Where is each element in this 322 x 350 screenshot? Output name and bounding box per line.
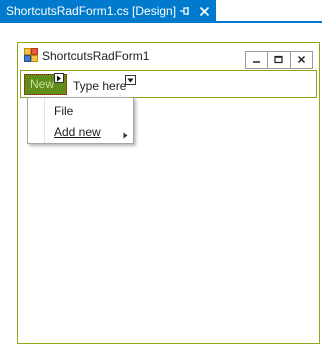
form-icon [24,48,38,62]
document-tab-strip: ShortcutsRadForm1.cs [Design] [0,0,322,23]
type-here-dropdown-icon[interactable] [125,75,136,85]
menu-item-new-label: New [30,77,55,91]
pin-icon[interactable] [178,4,192,18]
form-window[interactable]: ShortcutsRadForm1 New Type here File Add… [17,42,320,344]
maximize-button[interactable] [268,52,291,68]
document-tab-title: ShortcutsRadForm1.cs [Design] [6,4,177,18]
close-icon [297,53,306,67]
close-button[interactable] [291,52,312,68]
smart-tag-arrow-icon[interactable] [54,73,64,83]
form-titlebar[interactable]: ShortcutsRadForm1 [18,43,319,70]
designer-surface[interactable]: ShortcutsRadForm1 New Type here File Add… [0,23,322,350]
menu-item-add-new[interactable]: Add new [54,125,101,139]
form-title: ShortcutsRadForm1 [42,49,150,63]
minimize-icon [252,53,261,67]
document-tab[interactable]: ShortcutsRadForm1.cs [Design] [0,0,216,22]
close-tab-icon[interactable] [197,4,211,18]
dropdown-gutter [28,98,45,143]
type-here-placeholder[interactable]: Type here [73,79,126,93]
menu-item-file[interactable]: File [54,104,73,118]
dropdown-menu: File Add new [27,97,134,144]
caption-buttons [245,51,313,69]
maximize-icon [274,53,284,67]
menu-bar[interactable]: New Type here [20,70,317,98]
minimize-button[interactable] [246,52,269,68]
submenu-arrow-icon [123,128,129,139]
